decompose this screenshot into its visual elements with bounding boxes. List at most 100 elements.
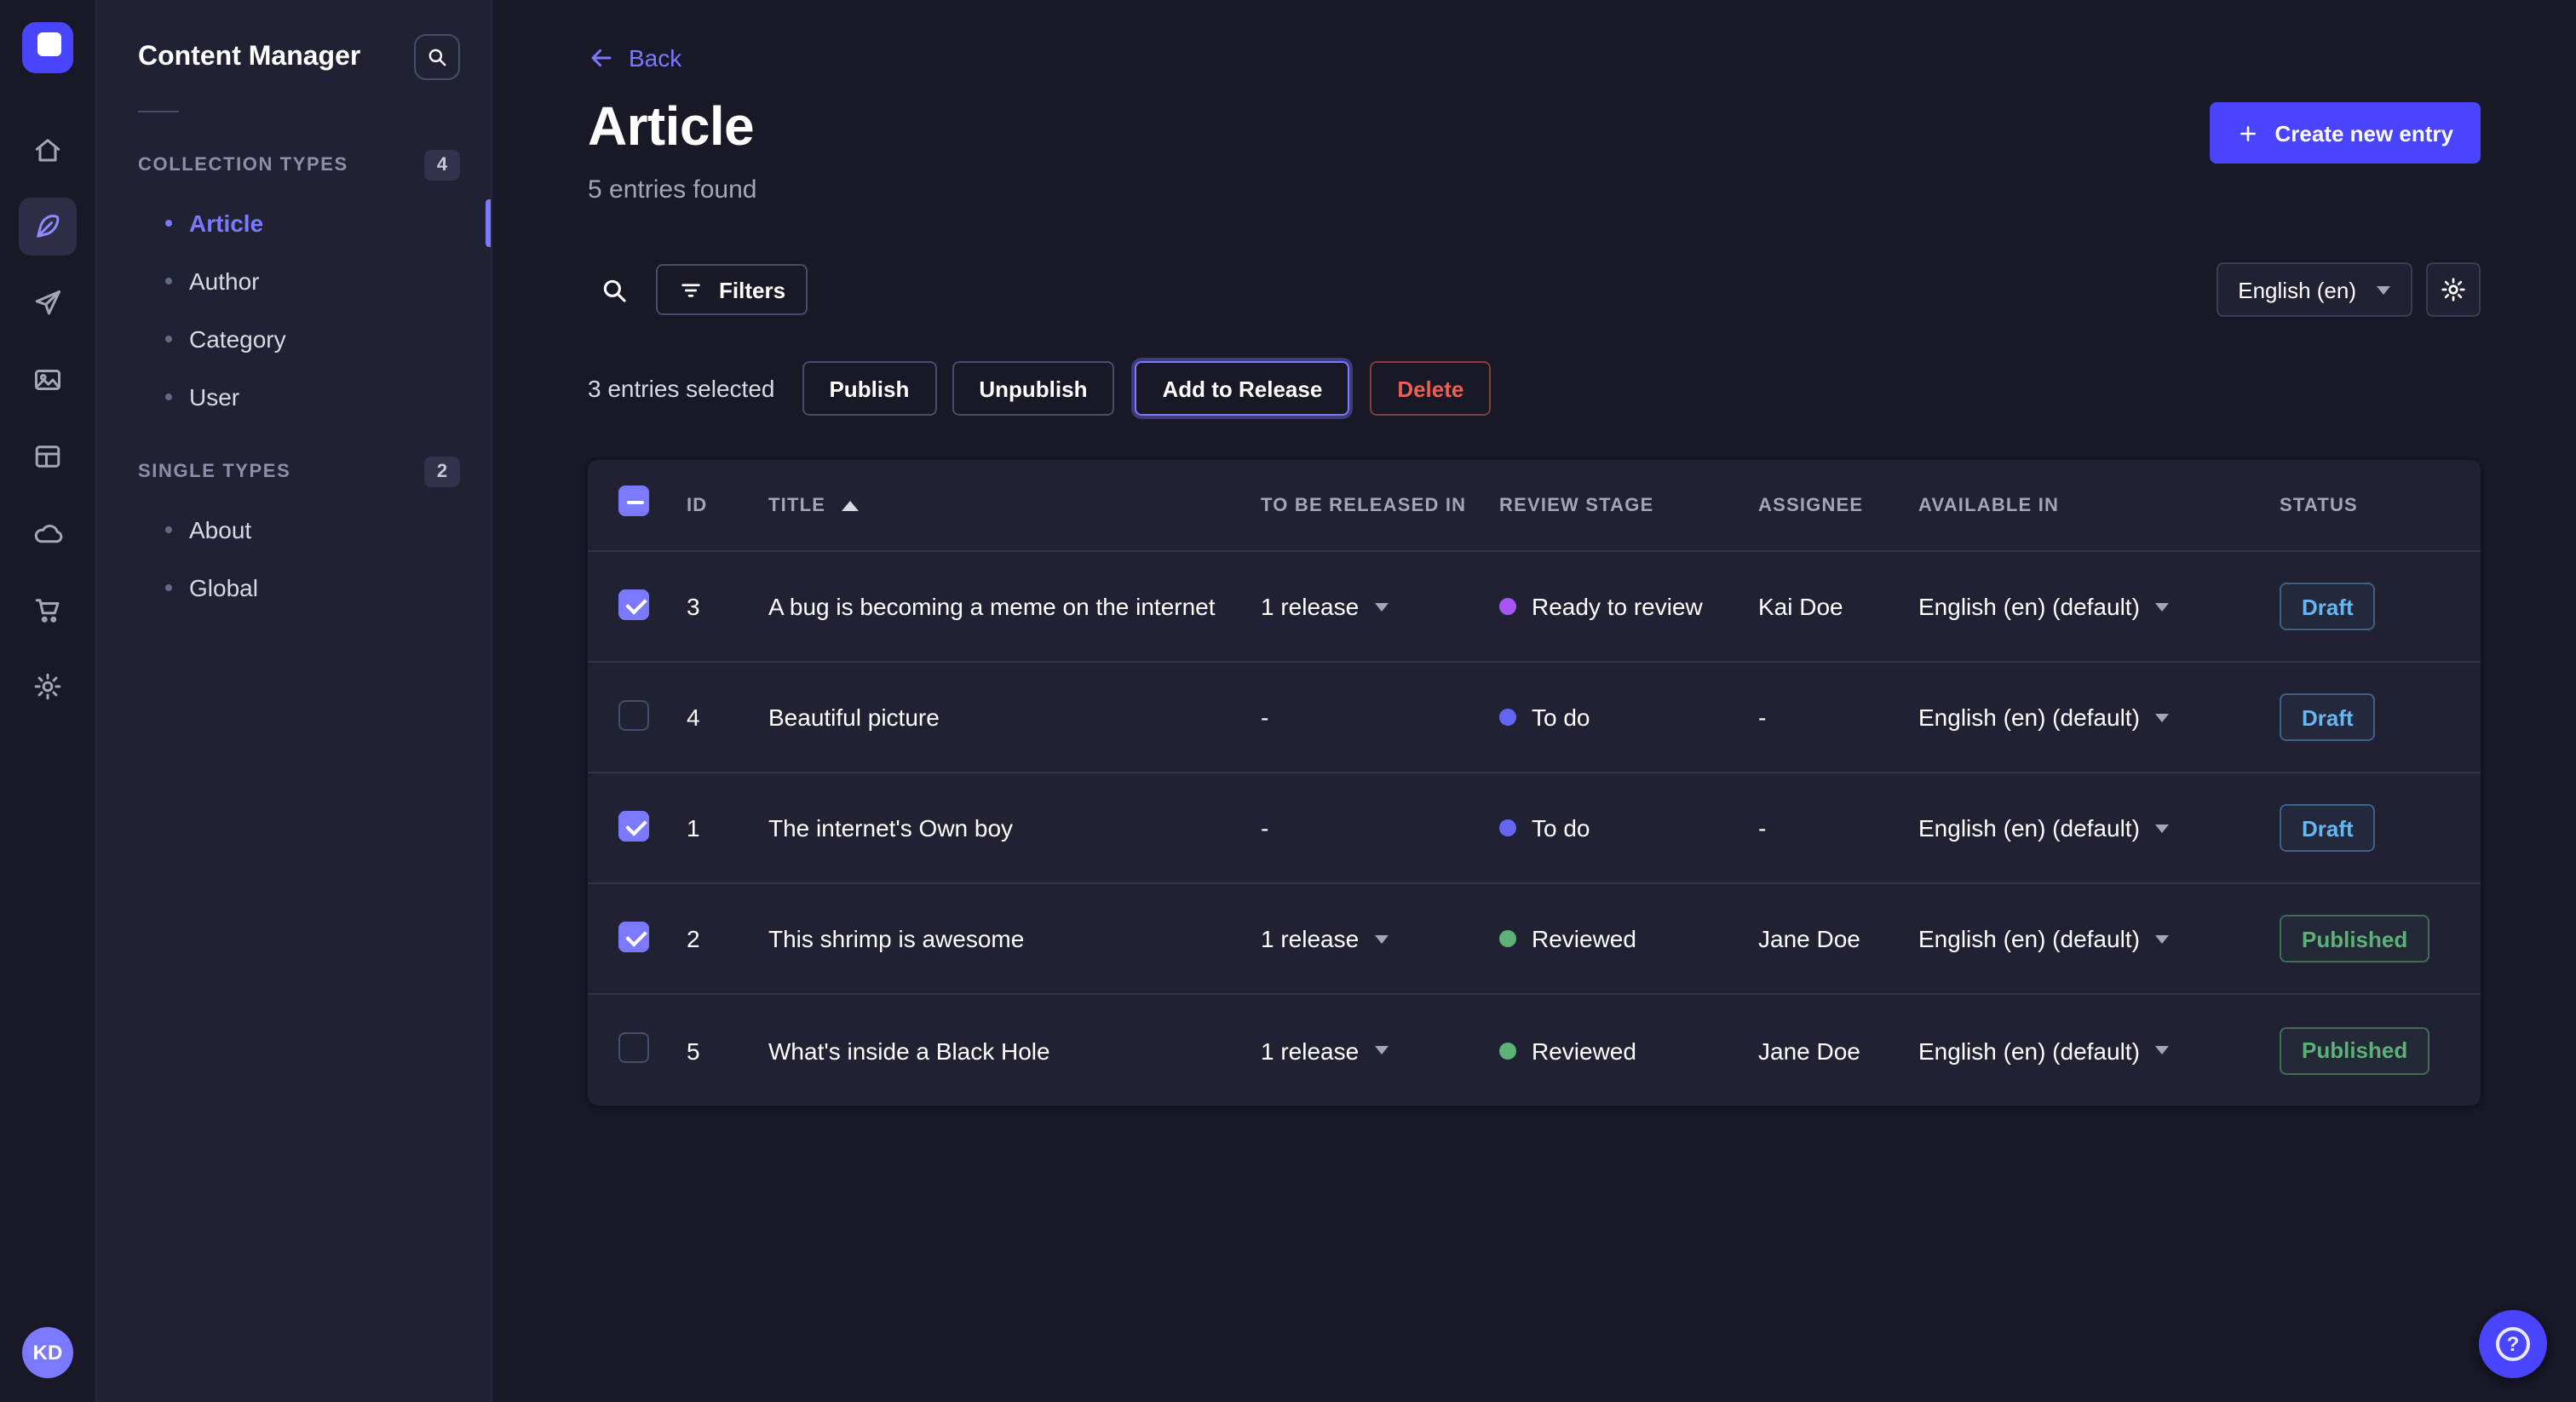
- sidebar-item-article[interactable]: Article: [97, 194, 491, 252]
- bulk-actions-bar: 3 entries selected Publish Unpublish Add…: [588, 361, 2481, 416]
- available-in-value: English (en) (default): [1918, 925, 2140, 952]
- entry-title: A bug is becoming a meme on the internet: [768, 593, 1261, 620]
- section-count-badge: 4: [424, 150, 460, 181]
- select-all-checkbox[interactable]: [618, 486, 649, 516]
- media-library-icon-button[interactable]: [19, 351, 77, 409]
- strapi-logo-mark: [37, 32, 61, 56]
- available-in-cell[interactable]: English (en) (default): [1918, 925, 2280, 952]
- entry-id: 1: [687, 814, 768, 842]
- layout-icon: [32, 441, 63, 472]
- status-badge: Draft: [2280, 693, 2376, 741]
- delete-button[interactable]: Delete: [1370, 361, 1491, 416]
- single-types-list: About Global: [97, 501, 491, 617]
- help-button[interactable]: ?: [2479, 1310, 2547, 1378]
- row-checkbox[interactable]: [618, 589, 649, 619]
- table-row[interactable]: 3 A bug is becoming a meme on the intern…: [588, 552, 2481, 663]
- review-stage-cell: To do: [1499, 814, 1758, 842]
- available-in-value: English (en) (default): [1918, 814, 2140, 842]
- release-cell[interactable]: 1 release: [1261, 1037, 1499, 1064]
- bullet-icon: [165, 278, 172, 284]
- sidebar-item-global[interactable]: Global: [97, 559, 491, 617]
- search-icon: [426, 46, 448, 68]
- available-in-cell[interactable]: English (en) (default): [1918, 1037, 2280, 1064]
- publish-button[interactable]: Publish: [802, 361, 936, 416]
- view-settings-button[interactable]: [2426, 262, 2481, 317]
- table-row[interactable]: 4 Beautiful picture - To do - English (e…: [588, 663, 2481, 773]
- cloud-icon-button[interactable]: [19, 504, 77, 562]
- release-value: 1 release: [1261, 1037, 1359, 1064]
- locale-caret-icon: [2155, 824, 2169, 832]
- column-header-title-label: TITLE: [768, 495, 825, 515]
- back-label: Back: [629, 44, 681, 72]
- sidebar-header: Content Manager: [97, 0, 491, 80]
- filters-button[interactable]: Filters: [656, 264, 808, 315]
- plus-icon: [2237, 122, 2259, 144]
- section-label: SINGLE TYPES: [138, 462, 290, 482]
- feather-icon: [32, 211, 63, 242]
- search-entries-button[interactable]: [588, 264, 639, 315]
- release-cell[interactable]: -: [1261, 704, 1499, 731]
- release-value: 1 release: [1261, 593, 1359, 620]
- entry-title: Beautiful picture: [768, 704, 1261, 731]
- row-checkbox[interactable]: [618, 921, 649, 951]
- review-stage-label: Reviewed: [1532, 1037, 1636, 1064]
- column-header-id[interactable]: ID: [687, 495, 768, 515]
- table-row[interactable]: 5 What's inside a Black Hole 1 release R…: [588, 995, 2481, 1106]
- section-count-badge: 2: [424, 457, 460, 487]
- gear-icon: [32, 671, 63, 702]
- assignee: Jane Doe: [1758, 925, 1918, 952]
- back-link[interactable]: Back: [588, 44, 681, 72]
- sidebar-item-user[interactable]: User: [97, 368, 491, 426]
- column-header-review-stage[interactable]: REVIEW STAGE: [1499, 495, 1758, 515]
- releases-icon-button[interactable]: [19, 274, 77, 332]
- row-checkbox[interactable]: [618, 1032, 649, 1063]
- table-row[interactable]: 2 This shrimp is awesome 1 release Revie…: [588, 884, 2481, 995]
- assignee: -: [1758, 814, 1918, 842]
- available-in-cell[interactable]: English (en) (default): [1918, 593, 2280, 620]
- sidebar-item-label: Article: [189, 210, 263, 237]
- entry-title: This shrimp is awesome: [768, 925, 1261, 952]
- sidebar-item-label: User: [189, 383, 239, 411]
- column-header-available-in[interactable]: AVAILABLE IN: [1918, 495, 2280, 515]
- question-mark-icon: ?: [2496, 1327, 2530, 1361]
- row-checkbox[interactable]: [618, 699, 649, 730]
- content-type-builder-icon-button[interactable]: [19, 428, 77, 486]
- sidebar-item-about[interactable]: About: [97, 501, 491, 559]
- marketplace-icon-button[interactable]: [19, 581, 77, 639]
- create-new-entry-button[interactable]: Create new entry: [2210, 102, 2481, 164]
- assignee: Jane Doe: [1758, 1037, 1918, 1064]
- home-icon-button[interactable]: [19, 121, 77, 179]
- release-cell[interactable]: 1 release: [1261, 925, 1499, 952]
- locale-select[interactable]: English (en): [2216, 262, 2412, 317]
- column-header-release[interactable]: TO BE RELEASED IN: [1261, 495, 1499, 515]
- sidebar-search-button[interactable]: [414, 34, 460, 80]
- entry-id: 5: [687, 1037, 768, 1064]
- sidebar-item-category[interactable]: Category: [97, 310, 491, 368]
- content-manager-icon-button[interactable]: [19, 198, 77, 256]
- entries-table: ID TITLE TO BE RELEASED IN REVIEW STAGE …: [588, 460, 2481, 1106]
- status-badge: Draft: [2280, 583, 2376, 630]
- available-in-cell[interactable]: English (en) (default): [1918, 704, 2280, 731]
- release-cell[interactable]: -: [1261, 814, 1499, 842]
- row-checkbox[interactable]: [618, 810, 649, 841]
- rail-settings-icon-button[interactable]: [19, 658, 77, 715]
- page-title: Article: [588, 95, 757, 158]
- sidebar-item-author[interactable]: Author: [97, 252, 491, 310]
- table-header-row: ID TITLE TO BE RELEASED IN REVIEW STAGE …: [588, 460, 2481, 552]
- available-in-cell[interactable]: English (en) (default): [1918, 814, 2280, 842]
- strapi-logo[interactable]: [22, 22, 73, 73]
- status-badge: Draft: [2280, 804, 2376, 852]
- nav-rail: KD: [0, 0, 97, 1402]
- column-header-title[interactable]: TITLE: [768, 495, 1261, 515]
- unpublish-button[interactable]: Unpublish: [952, 361, 1114, 416]
- column-header-status[interactable]: STATUS: [2280, 495, 2457, 515]
- release-value: 1 release: [1261, 925, 1359, 952]
- table-row[interactable]: 1 The internet's Own boy - To do - Engli…: [588, 773, 2481, 884]
- filters-label: Filters: [719, 277, 785, 302]
- release-cell[interactable]: 1 release: [1261, 593, 1499, 620]
- add-to-release-button[interactable]: Add to Release: [1135, 361, 1349, 416]
- column-header-assignee[interactable]: ASSIGNEE: [1758, 495, 1918, 515]
- entry-id: 3: [687, 593, 768, 620]
- user-avatar[interactable]: KD: [22, 1327, 73, 1378]
- bullet-icon: [165, 220, 172, 227]
